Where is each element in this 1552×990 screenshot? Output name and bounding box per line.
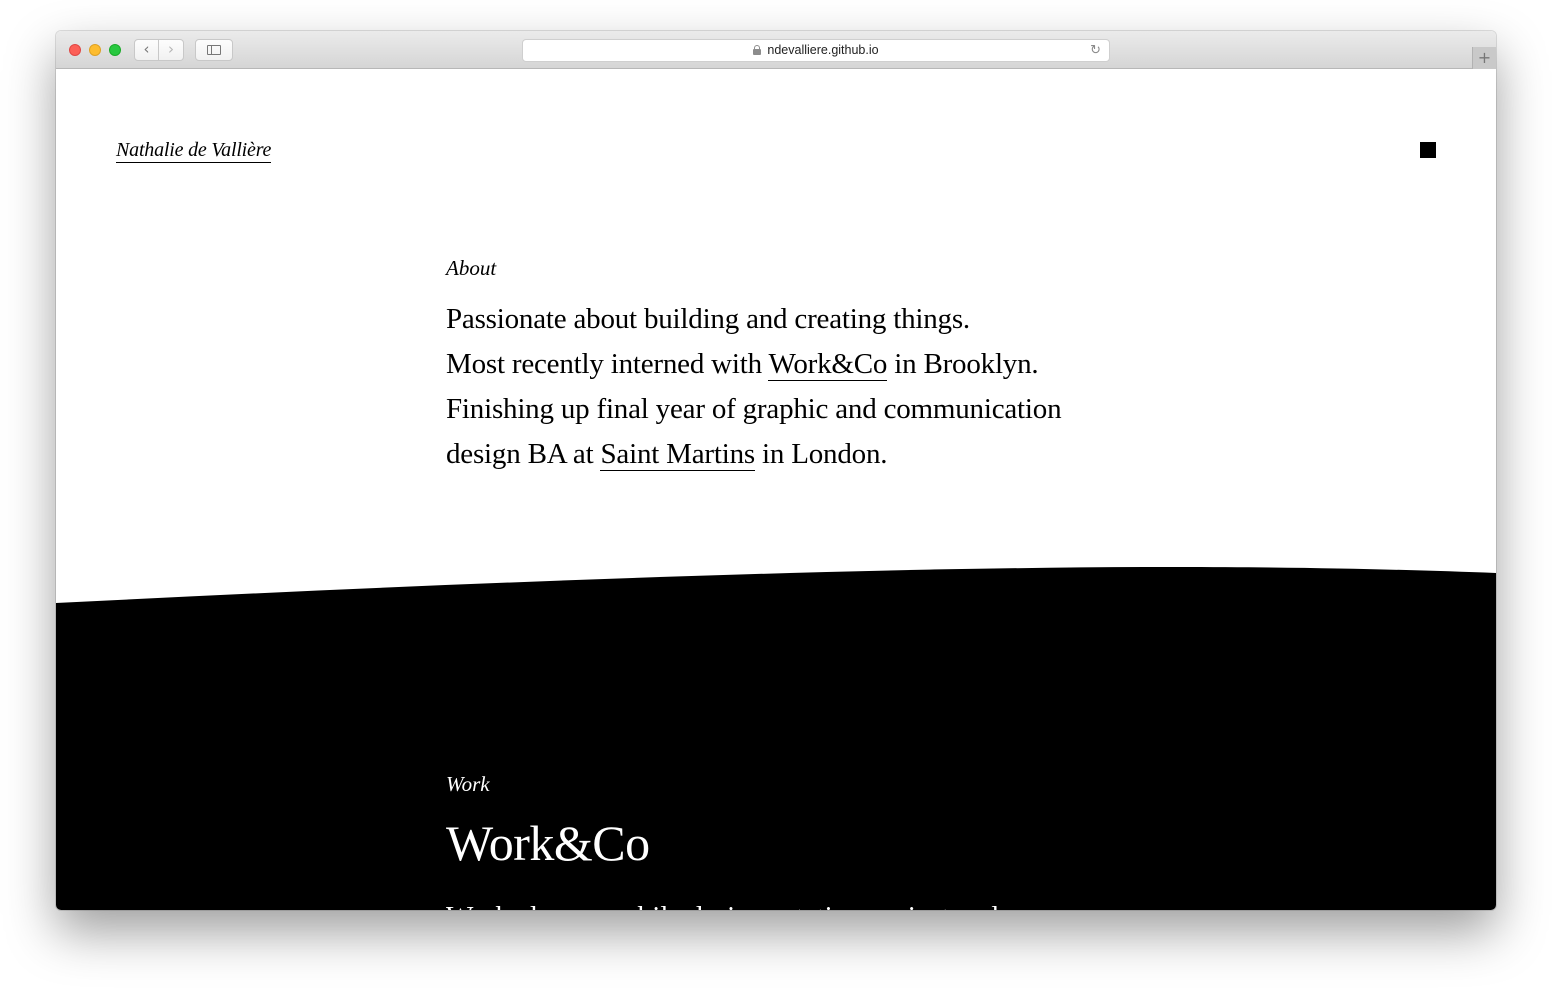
minimize-window-button[interactable] <box>89 44 101 56</box>
reload-icon[interactable]: ↻ <box>1090 40 1101 61</box>
browser-window: ‹ › ndevalliere.github.io ↻ + Nathalie d… <box>56 31 1496 910</box>
about-line-4-tail: in London. <box>754 438 888 470</box>
lock-icon <box>753 45 762 55</box>
square-menu-icon[interactable] <box>1420 142 1436 158</box>
about-line-1: Passionate about building and creating t… <box>446 303 970 335</box>
forward-button[interactable]: › <box>159 39 184 61</box>
work-title: Work&Co <box>446 815 650 871</box>
back-button[interactable]: ‹ <box>134 39 159 61</box>
saint-martins-link[interactable]: Saint Martins <box>600 438 755 471</box>
chevron-right-icon: › <box>168 40 174 58</box>
about-line-2: Most recently interned with Work&Co in B… <box>446 342 1126 387</box>
about-section: About Passionate about building and crea… <box>446 255 1126 477</box>
new-tab-button[interactable]: + <box>1472 47 1496 69</box>
browser-toolbar: ‹ › ndevalliere.github.io ↻ + <box>56 31 1496 69</box>
page-content: Nathalie de Vallière About Passionate ab… <box>56 69 1496 910</box>
about-line-4: design BA at Saint Martins in London. <box>446 432 1126 477</box>
url-text: ndevalliere.github.io <box>767 43 879 57</box>
work-section: Work Work&Co Worked on a mobile design r… <box>446 771 1146 910</box>
site-name-link[interactable]: Nathalie de Vallière <box>116 139 271 163</box>
sidebar-icon <box>207 45 221 55</box>
about-line-4-text: design BA at <box>446 438 601 470</box>
work-label: Work <box>446 772 490 796</box>
address-bar[interactable]: ndevalliere.github.io ↻ <box>522 39 1110 62</box>
workandco-link[interactable]: Work&Co <box>768 348 887 381</box>
sidebar-toggle-button[interactable] <box>195 39 233 61</box>
about-line-2-text: Most recently interned with <box>446 348 769 380</box>
maximize-window-button[interactable] <box>109 44 121 56</box>
about-line-3: Finishing up final year of graphic and c… <box>446 393 1062 425</box>
about-line-2-tail: in Brooklyn. <box>887 348 1039 380</box>
close-window-button[interactable] <box>69 44 81 56</box>
about-text: Passionate about building and creating t… <box>446 297 1126 477</box>
work-description: Worked on a mobile design rotating proje… <box>446 897 1146 910</box>
chevron-left-icon: ‹ <box>143 40 150 58</box>
about-label: About <box>446 256 497 280</box>
